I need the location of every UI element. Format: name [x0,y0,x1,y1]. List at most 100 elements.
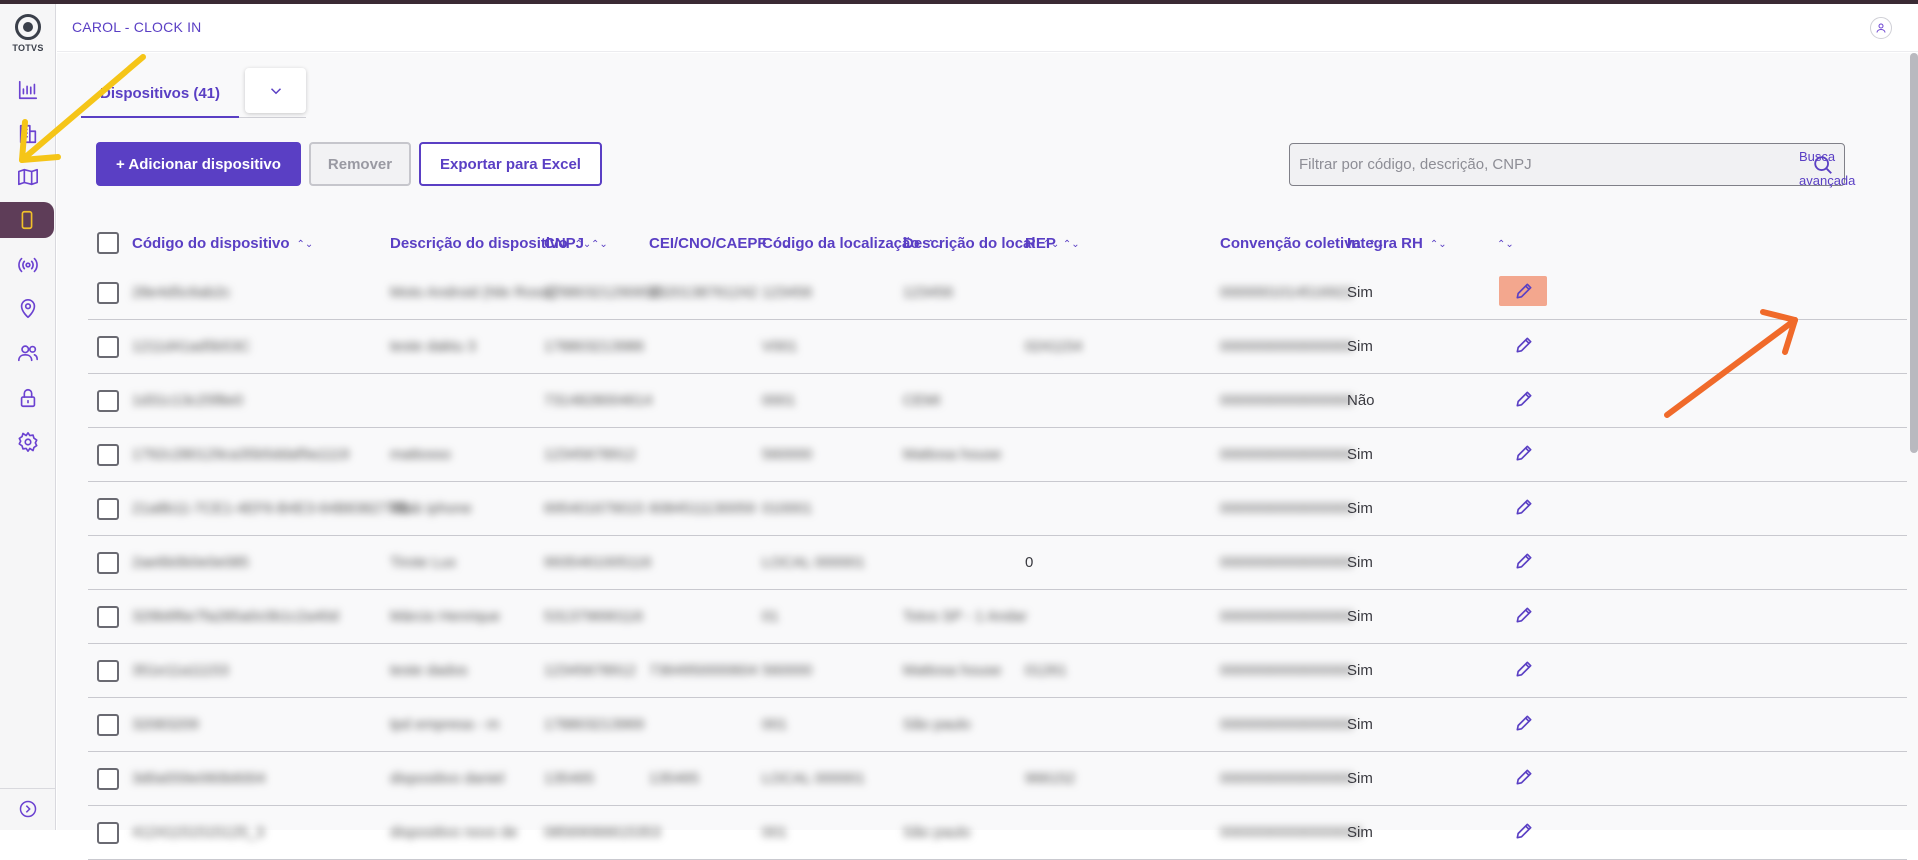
table-row[interactable]: 28e4d5c6ab2c Moto Android (Nle Rossi) 1788… [88,266,1907,320]
col-header-rep[interactable]: REP ⌃⌄ [1025,235,1080,252]
cell-rh: Sim [1347,824,1373,841]
sidebar-item-users[interactable] [0,335,56,371]
cell-desc: tpd empresa - m [390,716,500,733]
select-all-checkbox[interactable] [97,232,119,254]
row-checkbox[interactable] [97,336,119,358]
table-row[interactable]: 1792c280129ca35b5ddaf9a1119 mattosso 12345… [88,428,1907,482]
sidebar-item-dashboard[interactable] [0,72,56,108]
edit-button[interactable] [1514,335,1536,357]
row-checkbox[interactable] [97,282,119,304]
cell-rh: Sim [1347,554,1373,571]
row-checkbox[interactable] [97,822,119,844]
search-placeholder: Filtrar por código, descrição, CNPJ [1299,156,1532,173]
cell-conv: 0000000000000000 [1220,770,1354,787]
col-header-cnpj[interactable]: CNPJ ⌃⌄ [544,235,608,252]
totvs-logo[interactable]: TOTVS [0,14,56,53]
table-row[interactable]: 21a8b11-7CE1-4EF6-B4E3-64B838277f8 Miab i… [88,482,1907,536]
cell-cnpj: 12345678912 [544,662,636,679]
building-icon [19,124,37,144]
cell-cnpj: 17880321290656 [544,284,661,301]
edit-button[interactable] [1514,497,1536,519]
cell-conv: 0000000000000000 [1220,716,1354,733]
cell-rh: Sim [1347,770,1373,787]
cell-rh: Sim [1347,338,1373,355]
col-header-code[interactable]: Código do dispositivo ⌃⌄ [132,235,313,252]
row-checkbox[interactable] [97,606,119,628]
edit-button[interactable] [1514,605,1536,627]
table-row[interactable]: 3d0a559e060b6004 dispositivo daniel 135465… [88,752,1907,806]
cell-rh: Sim [1347,716,1373,733]
cell-local: Mattosa house [903,446,1002,463]
sidebar-item-devices[interactable] [0,202,54,238]
sort-icon[interactable]: ⌃⌄ [591,239,608,250]
cell-cei: 7364950000604 [649,662,758,679]
edit-button[interactable] [1514,767,1536,789]
edit-button[interactable] [1514,389,1536,411]
cell-cnpj: 531379690116 [544,608,643,625]
edit-button[interactable] [1514,821,1536,843]
sort-icon[interactable]: ⌃⌄ [1063,239,1080,250]
remove-button[interactable]: Remover [309,142,411,186]
sidebar-item-settings[interactable] [0,424,56,460]
cell-cnpj: 7314828004614 [544,392,653,409]
table-row[interactable]: 1d31c13c25f8e0 7314828004614 0001 CEMI 00000… [88,374,1907,428]
pencil-icon [1516,499,1532,515]
sidebar-item-security[interactable] [0,380,56,416]
table-row[interactable]: 351e11a11153 teste dados 12345678912 736495… [88,644,1907,698]
table-row[interactable]: 2ae6b0b0e0e085 Tirote Lux 9935461005116 LOC… [88,536,1907,590]
edit-button[interactable] [1514,551,1536,573]
pencil-icon [1516,661,1532,677]
sidebar-item-locations[interactable] [0,291,56,327]
add-device-button[interactable]: + Adicionar dispositivo [96,142,301,186]
cell-cnpj: 178803213986 [544,338,645,355]
cell-loc: LOCAL 000001 [762,770,865,787]
sort-icon[interactable]: ⌃⌄ [1430,239,1447,250]
pencil-icon [1516,445,1532,461]
sort-icon[interactable]: ⌃⌄ [297,239,314,250]
edit-button[interactable] [1514,281,1536,303]
advanced-search-link[interactable]: Busca avançada [1799,145,1879,193]
cell-rh: Não [1347,392,1375,409]
row-checkbox[interactable] [97,768,119,790]
cell-cnpj: 695401679015 [544,500,645,517]
edit-button[interactable] [1514,659,1536,681]
cell-conv: 0000000000000000 [1220,392,1354,409]
row-checkbox[interactable] [97,498,119,520]
col-header-actions[interactable]: ⌃⌄ [1490,235,1514,252]
cell-code: 329b6f6e7fa285a0c0b1c2a40d [132,608,339,625]
pencil-icon [1516,337,1532,353]
table-row[interactable]: 329b6f6e7fa285a0c0b1c2a40d Márcio Henriqu… [88,590,1907,644]
sidebar-item-companies[interactable] [0,116,56,152]
sidebar-item-signal[interactable] [0,247,56,283]
row-checkbox[interactable] [97,714,119,736]
edit-button[interactable] [1514,443,1536,465]
table-row[interactable]: 1211d41ad5b53C teste daktu 3 178803213986 V… [88,320,1907,374]
row-checkbox[interactable] [97,552,119,574]
tab-dropdown-button[interactable] [245,68,306,113]
table-body: 28e4d5c6ab2c Moto Android (Nle Rossi) 1788… [88,266,1907,860]
table-row[interactable]: 41241151515125_3 dispositivo novo de 08569… [88,806,1907,860]
sidebar-expand-button[interactable] [0,788,56,828]
sidebar-item-maps[interactable] [0,159,56,195]
row-checkbox[interactable] [97,444,119,466]
user-avatar-button[interactable] [1870,17,1892,39]
cell-conv: 0000000000000000 [1220,338,1354,355]
search-input[interactable]: Filtrar por código, descrição, CNPJ [1289,143,1845,186]
cell-conv: 0000001014516922 [1220,284,1354,301]
scrollbar[interactable] [1910,53,1918,453]
users-icon [18,345,38,362]
row-checkbox[interactable] [97,390,119,412]
pencil-icon [1516,769,1532,785]
chevron-right-circle-icon [19,800,37,817]
sort-icon[interactable]: ⌃⌄ [1497,239,1514,250]
edit-button[interactable] [1514,713,1536,735]
row-checkbox[interactable] [97,660,119,682]
table-row[interactable]: 32083209 tpd empresa - m 178803213969 001 Sã… [88,698,1907,752]
gear-icon [18,432,38,452]
chart-icon [18,80,38,100]
export-excel-button[interactable]: Exportar para Excel [419,142,602,186]
cell-desc: Tirote Lux [390,554,457,571]
col-header-integra-rh[interactable]: Integra RH ⌃⌄ [1347,235,1447,252]
tab-devices[interactable]: Dispositivos (41) [81,71,239,118]
cell-conv: 0000000000000000 [1220,554,1354,571]
